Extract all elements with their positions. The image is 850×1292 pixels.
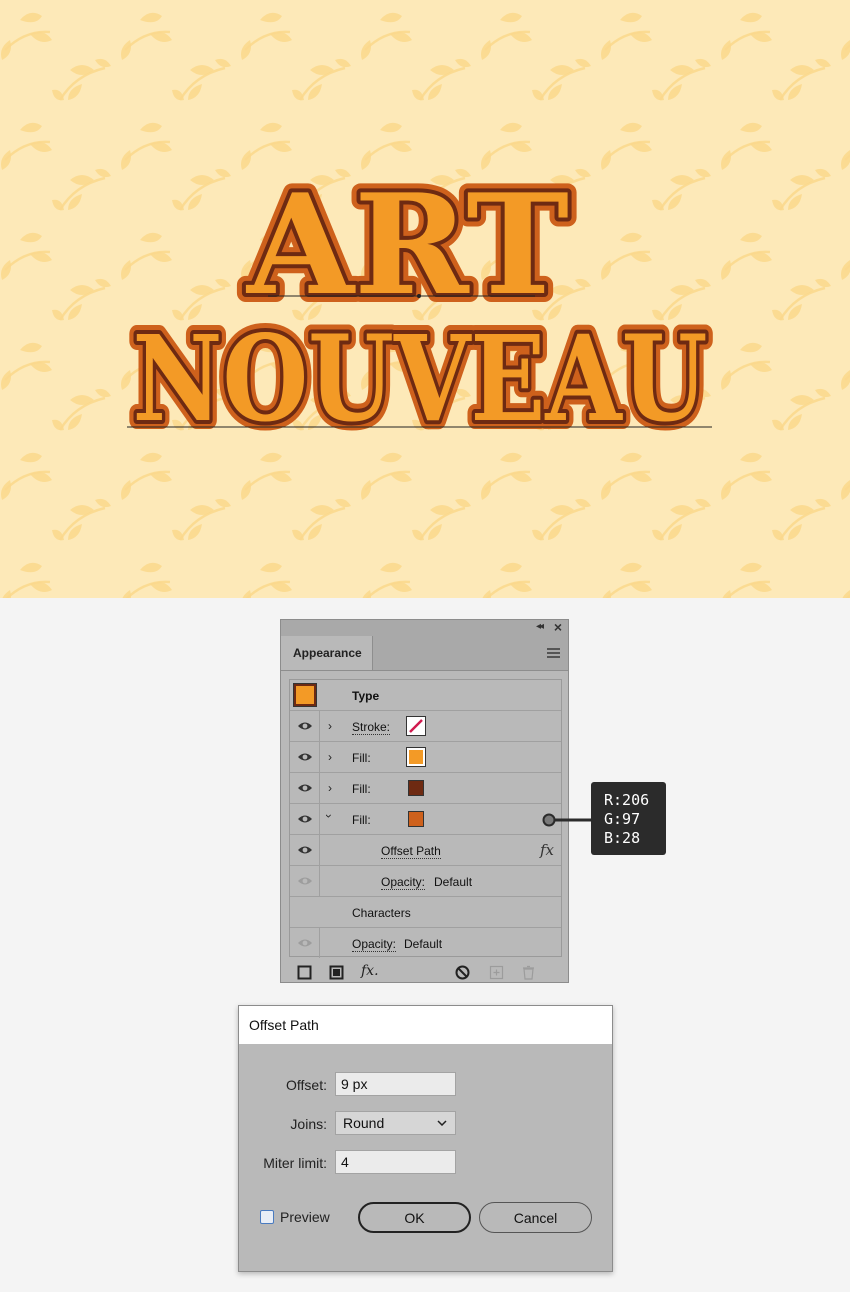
visibility-eye-disabled-icon[interactable] (290, 928, 320, 958)
fill-swatch-brown-icon[interactable] (408, 780, 424, 796)
visibility-eye-icon[interactable] (290, 711, 320, 741)
joins-select-value: Round (343, 1115, 385, 1131)
fx-menu-icon[interactable]: fx. (361, 963, 379, 979)
panel-menu-icon[interactable] (547, 648, 560, 660)
opacity-link[interactable]: Opacity: (352, 937, 397, 952)
joins-label: Joins: (290, 1116, 327, 1132)
color-value-tooltip: R:206 G:97 B:28 (591, 782, 666, 855)
delete-icon (523, 965, 534, 980)
row-stroke[interactable]: › Stroke: (290, 711, 561, 742)
stroke-none-swatch-icon[interactable] (406, 716, 426, 736)
chevron-down-icon (437, 1120, 447, 1126)
miter-limit-label: Miter limit: (263, 1155, 327, 1171)
preview-checkbox[interactable] (260, 1210, 274, 1224)
floral-pattern-background: ART ART ART NOUVEAU NOUVEAU NOUVEAU (0, 0, 850, 598)
row-fill-label: Fill: (352, 782, 371, 796)
svg-text:ART: ART (245, 163, 569, 326)
fill-swatch-darkorange-icon[interactable] (408, 811, 424, 827)
opacity-value: Default (434, 875, 473, 889)
visibility-eye-disabled-icon[interactable] (290, 866, 320, 896)
offset-path-link[interactable]: Offset Path (381, 844, 441, 859)
preview-label[interactable]: Preview (280, 1209, 330, 1225)
appearance-panel: ◂◂ × Appearance Type › Stroke: › Fill: ›… (280, 619, 569, 983)
row-type-label: Type (352, 689, 380, 703)
duplicate-icon (489, 965, 504, 980)
offset-input[interactable]: 9 px (335, 1072, 456, 1096)
offset-label: Offset: (286, 1077, 327, 1093)
cancel-button[interactable]: Cancel (479, 1202, 592, 1233)
artboard-canvas[interactable]: ART ART ART NOUVEAU NOUVEAU NOUVEAU (0, 0, 850, 598)
close-icon[interactable]: × (554, 619, 562, 635)
row-type[interactable]: Type (290, 680, 561, 711)
miter-limit-input[interactable]: 4 (335, 1150, 456, 1174)
fx-icon[interactable]: fx (540, 841, 554, 859)
stroke-icon[interactable] (297, 965, 312, 980)
opacity-value: Default (404, 937, 443, 951)
offset-path-dialog: Offset Path Offset: 9 px Joins: Round Mi… (238, 1005, 613, 1272)
panel-bottom-toolbar: fx. (281, 962, 568, 984)
fill-icon[interactable] (329, 965, 344, 980)
row-fill-3[interactable]: › Fill: (290, 804, 561, 835)
row-fill-2[interactable]: › Fill: (290, 773, 561, 804)
chevron-right-icon[interactable]: › (328, 719, 332, 733)
row-fill-label: Fill: (352, 751, 371, 765)
ok-button[interactable]: OK (358, 1202, 471, 1233)
tooltip-green-value: G:97 (604, 810, 641, 828)
chevron-down-icon[interactable]: › (322, 814, 336, 818)
panel-tab-row: Appearance (281, 636, 568, 671)
visibility-eye-icon[interactable] (290, 742, 320, 772)
row-fill-1[interactable]: › Fill: (290, 742, 561, 773)
type-swatch-icon[interactable] (293, 683, 317, 707)
appearance-list: Type › Stroke: › Fill: › Fill: › Fill: O… (289, 679, 562, 959)
tooltip-red-value: R:206 (604, 791, 650, 809)
row-stroke-label[interactable]: Stroke: (352, 720, 391, 735)
joins-select[interactable]: Round (335, 1111, 456, 1135)
characters-label: Characters (352, 906, 411, 920)
visibility-eye-icon[interactable] (290, 773, 320, 803)
double-chevron-left-icon[interactable]: ◂◂ (536, 621, 544, 632)
clear-icon[interactable] (455, 965, 470, 980)
chevron-right-icon[interactable]: › (328, 781, 332, 795)
tooltip-blue-value: B:28 (604, 829, 641, 847)
visibility-eye-icon[interactable] (290, 804, 320, 834)
row-opacity-fill[interactable]: Opacity: Default (290, 866, 561, 897)
opacity-link[interactable]: Opacity: (381, 875, 426, 890)
tab-appearance[interactable]: Appearance (281, 636, 373, 670)
dialog-title: Offset Path (239, 1006, 612, 1044)
row-characters[interactable]: Characters (290, 897, 561, 928)
row-opacity-type[interactable]: Opacity: Default (290, 928, 561, 959)
panel-topbar: ◂◂ × (281, 619, 568, 636)
visibility-eye-icon[interactable] (290, 835, 320, 865)
tooltip-connector (542, 813, 592, 827)
row-offset-path[interactable]: Offset Path fx (290, 835, 561, 866)
row-fill-label: Fill: (352, 813, 371, 827)
fill-swatch-orange-icon[interactable] (406, 747, 426, 767)
chevron-right-icon[interactable]: › (328, 750, 332, 764)
